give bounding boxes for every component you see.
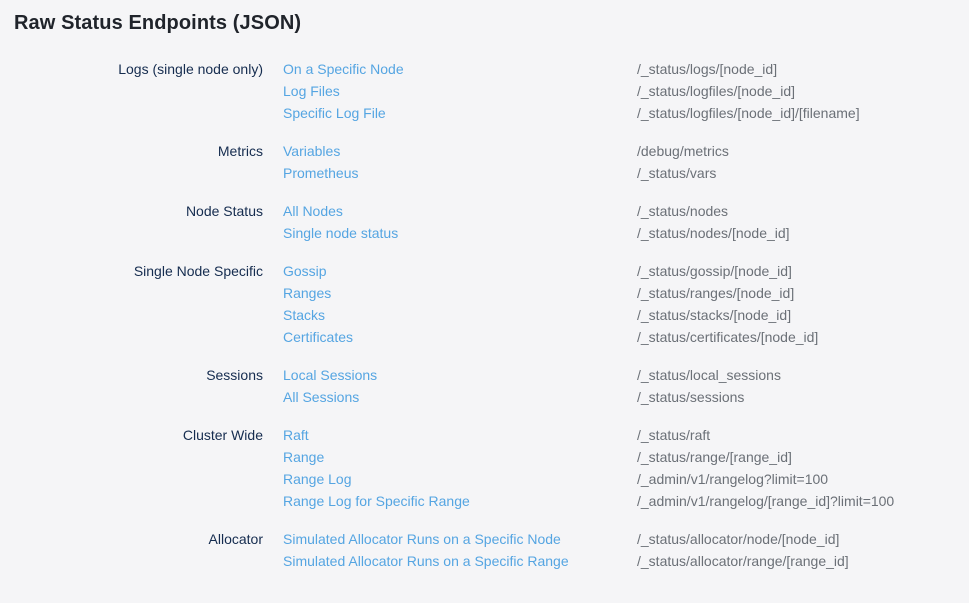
endpoint-rows: Variables /debug/metrics Prometheus /_st… bbox=[283, 140, 969, 184]
endpoint-path: /_status/local_sessions bbox=[637, 364, 781, 386]
endpoint-path: /_status/raft bbox=[637, 424, 710, 446]
endpoint-rows: On a Specific Node /_status/logs/[node_i… bbox=[283, 58, 969, 124]
endpoint-link[interactable]: Raft bbox=[283, 424, 637, 446]
endpoint-path: /_status/nodes bbox=[637, 200, 728, 222]
endpoint-rows: Simulated Allocator Runs on a Specific N… bbox=[283, 528, 969, 572]
endpoint-row: Ranges /_status/ranges/[node_id] bbox=[283, 282, 969, 304]
endpoint-row: All Sessions /_status/sessions bbox=[283, 386, 969, 408]
endpoint-link[interactable]: Range bbox=[283, 446, 637, 468]
endpoint-link[interactable]: All Sessions bbox=[283, 386, 637, 408]
endpoint-rows: Local Sessions /_status/local_sessions A… bbox=[283, 364, 969, 408]
endpoint-link[interactable]: Specific Log File bbox=[283, 102, 637, 124]
endpoint-path: /_status/nodes/[node_id] bbox=[637, 222, 790, 244]
endpoint-link[interactable]: Variables bbox=[283, 140, 637, 162]
endpoint-row: Single node status /_status/nodes/[node_… bbox=[283, 222, 969, 244]
endpoint-group: Allocator Simulated Allocator Runs on a … bbox=[0, 528, 969, 572]
endpoint-row: Simulated Allocator Runs on a Specific N… bbox=[283, 528, 969, 550]
endpoint-row: Raft /_status/raft bbox=[283, 424, 969, 446]
endpoint-link[interactable]: Ranges bbox=[283, 282, 637, 304]
endpoint-row: Log Files /_status/logfiles/[node_id] bbox=[283, 80, 969, 102]
endpoint-row: Range Log for Specific Range /_admin/v1/… bbox=[283, 490, 969, 512]
endpoint-row: On a Specific Node /_status/logs/[node_i… bbox=[283, 58, 969, 80]
endpoint-rows: Gossip /_status/gossip/[node_id] Ranges … bbox=[283, 260, 969, 348]
endpoint-link[interactable]: On a Specific Node bbox=[283, 58, 637, 80]
endpoint-link[interactable]: Prometheus bbox=[283, 162, 637, 184]
endpoint-path: /_admin/v1/rangelog/[range_id]?limit=100 bbox=[637, 490, 894, 512]
endpoint-link[interactable]: All Nodes bbox=[283, 200, 637, 222]
endpoint-group: Node Status All Nodes /_status/nodes Sin… bbox=[0, 200, 969, 244]
category-label: Metrics bbox=[0, 140, 283, 184]
endpoint-path: /_status/range/[range_id] bbox=[637, 446, 792, 468]
endpoint-link[interactable]: Stacks bbox=[283, 304, 637, 326]
endpoint-path: /_status/vars bbox=[637, 162, 716, 184]
endpoint-link[interactable]: Local Sessions bbox=[283, 364, 637, 386]
endpoint-rows: All Nodes /_status/nodes Single node sta… bbox=[283, 200, 969, 244]
endpoint-group: Single Node Specific Gossip /_status/gos… bbox=[0, 260, 969, 348]
category-label: Allocator bbox=[0, 528, 283, 572]
endpoint-link[interactable]: Range Log bbox=[283, 468, 637, 490]
page-title: Raw Status Endpoints (JSON) bbox=[14, 11, 969, 35]
category-label: Single Node Specific bbox=[0, 260, 283, 348]
endpoint-row: Range /_status/range/[range_id] bbox=[283, 446, 969, 468]
endpoint-path: /_status/logfiles/[node_id]/[filename] bbox=[637, 102, 860, 124]
endpoint-link[interactable]: Range Log for Specific Range bbox=[283, 490, 637, 512]
endpoint-link[interactable]: Certificates bbox=[283, 326, 637, 348]
endpoint-row: Certificates /_status/certificates/[node… bbox=[283, 326, 969, 348]
category-label: Node Status bbox=[0, 200, 283, 244]
endpoint-path: /_status/sessions bbox=[637, 386, 744, 408]
endpoint-path: /_status/ranges/[node_id] bbox=[637, 282, 794, 304]
endpoint-path: /_status/logfiles/[node_id] bbox=[637, 80, 795, 102]
endpoint-row: All Nodes /_status/nodes bbox=[283, 200, 969, 222]
endpoint-path: /_status/allocator/range/[range_id] bbox=[637, 550, 849, 572]
endpoint-row: Range Log /_admin/v1/rangelog?limit=100 bbox=[283, 468, 969, 490]
endpoint-row: Stacks /_status/stacks/[node_id] bbox=[283, 304, 969, 326]
endpoint-path: /_status/allocator/node/[node_id] bbox=[637, 528, 839, 550]
endpoint-row: Gossip /_status/gossip/[node_id] bbox=[283, 260, 969, 282]
endpoint-link[interactable]: Simulated Allocator Runs on a Specific R… bbox=[283, 550, 637, 572]
endpoint-link[interactable]: Gossip bbox=[283, 260, 637, 282]
endpoint-row: Simulated Allocator Runs on a Specific R… bbox=[283, 550, 969, 572]
endpoint-path: /_status/certificates/[node_id] bbox=[637, 326, 818, 348]
endpoint-group: Metrics Variables /debug/metrics Prometh… bbox=[0, 140, 969, 184]
endpoint-group: Sessions Local Sessions /_status/local_s… bbox=[0, 364, 969, 408]
endpoint-row: Prometheus /_status/vars bbox=[283, 162, 969, 184]
debug-endpoints-page: Raw Status Endpoints (JSON) Logs (single… bbox=[0, 0, 969, 572]
endpoint-row: Local Sessions /_status/local_sessions bbox=[283, 364, 969, 386]
category-label: Sessions bbox=[0, 364, 283, 408]
endpoint-path: /_status/gossip/[node_id] bbox=[637, 260, 792, 282]
endpoint-path: /_status/logs/[node_id] bbox=[637, 58, 777, 80]
category-label: Cluster Wide bbox=[0, 424, 283, 512]
endpoint-groups: Logs (single node only) On a Specific No… bbox=[0, 58, 969, 572]
endpoint-path: /_status/stacks/[node_id] bbox=[637, 304, 791, 326]
endpoint-row: Variables /debug/metrics bbox=[283, 140, 969, 162]
endpoint-group: Logs (single node only) On a Specific No… bbox=[0, 58, 969, 124]
endpoint-row: Specific Log File /_status/logfiles/[nod… bbox=[283, 102, 969, 124]
endpoint-path: /_admin/v1/rangelog?limit=100 bbox=[637, 468, 828, 490]
endpoint-link[interactable]: Log Files bbox=[283, 80, 637, 102]
endpoint-rows: Raft /_status/raft Range /_status/range/… bbox=[283, 424, 969, 512]
endpoint-path: /debug/metrics bbox=[637, 140, 729, 162]
category-label: Logs (single node only) bbox=[0, 58, 283, 124]
endpoint-link[interactable]: Single node status bbox=[283, 222, 637, 244]
endpoint-group: Cluster Wide Raft /_status/raft Range /_… bbox=[0, 424, 969, 512]
endpoint-link[interactable]: Simulated Allocator Runs on a Specific N… bbox=[283, 528, 637, 550]
